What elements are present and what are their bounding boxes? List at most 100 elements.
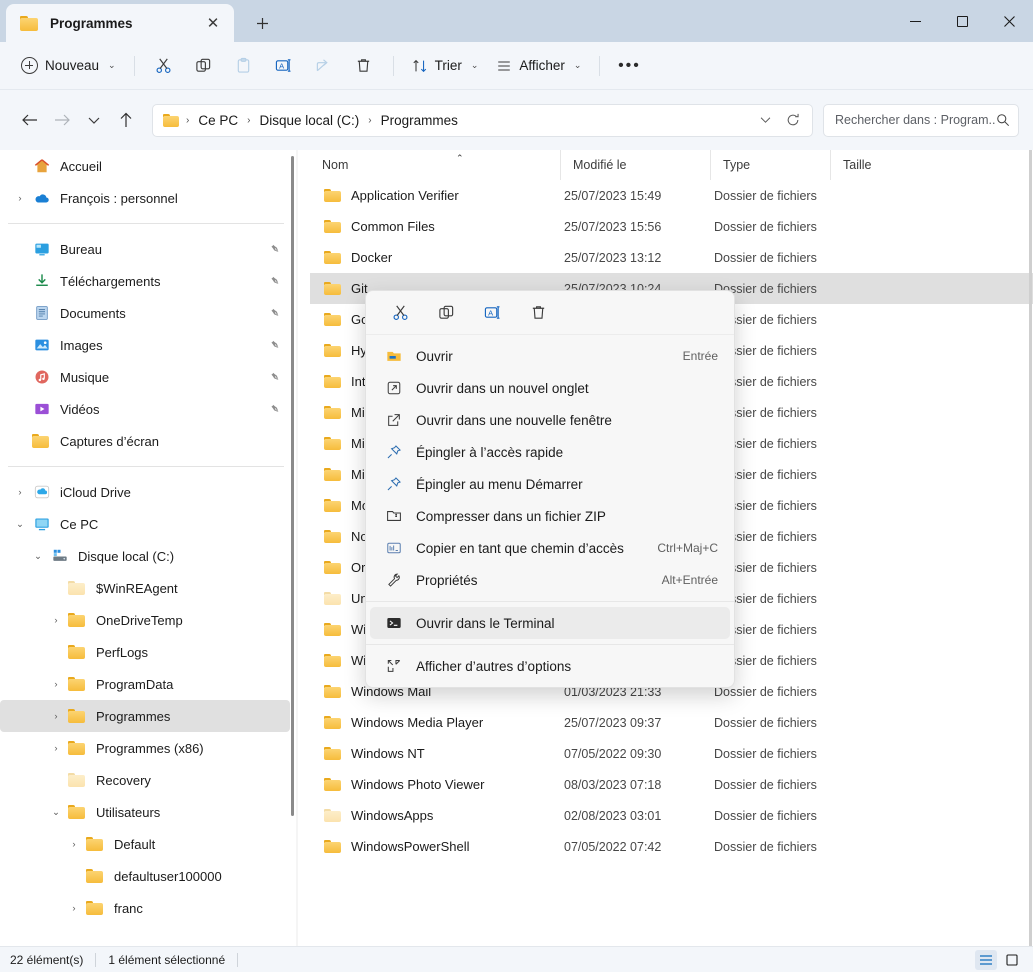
sidebar-item-programmes-x86[interactable]: ›Programmes (x86) (0, 732, 290, 764)
sidebar-item-icloud-drive[interactable]: ›iCloud Drive (0, 476, 290, 508)
sidebar-item-accueil[interactable]: Accueil (0, 150, 290, 182)
cut-button[interactable] (144, 50, 184, 82)
chevron-right-icon[interactable]: › (44, 711, 68, 722)
menu-item-ouvrir-dans-une-nouvelle-fenetre[interactable]: Ouvrir dans une nouvelle fenêtre (370, 404, 730, 436)
chevron-right-icon[interactable]: › (44, 679, 68, 690)
new-button[interactable]: Nouveau ⌄ (12, 50, 125, 82)
table-row[interactable]: Windows Photo Viewer08/03/2023 07:18Doss… (310, 769, 1033, 800)
sidebar-item-winreagent[interactable]: $WinREAgent (0, 572, 290, 604)
up-button[interactable] (110, 104, 142, 136)
minimize-button[interactable] (892, 0, 939, 42)
rename-button[interactable]: A (264, 50, 304, 82)
table-row[interactable]: Application Verifier25/07/2023 15:49Doss… (310, 180, 1033, 211)
search-box[interactable] (823, 104, 1019, 137)
menu-item-ouvrir-dans-un-nouvel-onglet[interactable]: Ouvrir dans un nouvel onglet (370, 372, 730, 404)
chevron-down-icon[interactable]: ⌄ (26, 551, 50, 562)
column-header-taille[interactable]: Taille (830, 150, 910, 180)
back-button[interactable] (14, 104, 46, 136)
menu-item-epingler-au-menu-demarrer[interactable]: Épingler au menu Démarrer (370, 468, 730, 500)
file-list-scrollbar[interactable] (1029, 150, 1032, 956)
sidebar-item-musique[interactable]: Musique✒ (0, 361, 290, 393)
close-window-button[interactable] (986, 0, 1033, 42)
menu-item-afficher-d-autres-d-options[interactable]: Afficher d’autres d’options (370, 650, 730, 682)
copy-button[interactable] (184, 50, 224, 82)
rename-button[interactable]: A (472, 297, 512, 329)
maximize-button[interactable] (939, 0, 986, 42)
table-row[interactable]: WindowsPowerShell07/05/2022 07:42Dossier… (310, 831, 1033, 862)
menu-item-ouvrir[interactable]: OuvrirEntrée (370, 340, 730, 372)
column-header-modifie-le[interactable]: Modifié le (560, 150, 710, 180)
menu-item-compresser-dans-un-fichier-zip[interactable]: Compresser dans un fichier ZIP (370, 500, 730, 532)
forward-button[interactable] (46, 104, 78, 136)
chevron-right-icon[interactable]: › (62, 903, 86, 914)
chevron-right-icon[interactable]: › (8, 487, 32, 498)
cut-button[interactable] (380, 297, 420, 329)
chevron-right-icon[interactable]: › (44, 615, 68, 626)
sidebar-item-utilisateurs[interactable]: ⌄Utilisateurs (0, 796, 290, 828)
details-view-button[interactable] (975, 950, 997, 970)
sidebar-item-captures-d-cran[interactable]: Captures d’écran (0, 425, 290, 457)
chevron-right-icon[interactable]: › (44, 743, 68, 754)
sidebar-item-programmes[interactable]: ›Programmes (0, 700, 290, 732)
chevron-down-icon[interactable]: ⌄ (44, 807, 68, 818)
sidebar-item-franc[interactable]: ›franc (0, 892, 290, 924)
table-row[interactable]: WindowsApps02/08/2023 03:01Dossier de fi… (310, 800, 1033, 831)
address-bar[interactable]: › Ce PC › Disque local (C:) › Programmes (152, 104, 813, 137)
close-icon[interactable]: ✕ (200, 10, 226, 36)
sidebar-item-documents[interactable]: Documents✒ (0, 297, 290, 329)
pin-icon[interactable]: ✒ (266, 400, 283, 417)
sidebar-item-fran-ois-personnel[interactable]: ›François : personnel (0, 182, 290, 214)
sidebar-item-defaultuser100000[interactable]: defaultuser100000 (0, 860, 290, 892)
sidebar-item-onedrivetemp[interactable]: ›OneDriveTemp (0, 604, 290, 636)
copy-button[interactable] (426, 297, 466, 329)
chevron-down-icon[interactable]: ⌄ (8, 519, 32, 530)
sidebar-item-default[interactable]: ›Default (0, 828, 290, 860)
sidebar-item-programdata[interactable]: ›ProgramData (0, 668, 290, 700)
column-header-nom[interactable]: Nom ⌃ (310, 150, 560, 180)
menu-item-proprietes[interactable]: PropriétésAlt+Entrée (370, 564, 730, 596)
sidebar-item-bureau[interactable]: Bureau✒ (0, 233, 290, 265)
open-folder-icon (384, 348, 404, 364)
breadcrumb-item-disque-local[interactable]: Disque local (C:) (257, 113, 361, 128)
column-header-type[interactable]: Type (710, 150, 830, 180)
sidebar-item-t-l-chargements[interactable]: Téléchargements✒ (0, 265, 290, 297)
recent-locations-button[interactable] (78, 104, 110, 136)
breadcrumb-item-programmes[interactable]: Programmes (379, 113, 460, 128)
sidebar-item-recovery[interactable]: Recovery (0, 764, 290, 796)
sidebar-item-perflogs[interactable]: PerfLogs (0, 636, 290, 668)
search-icon[interactable] (996, 113, 1010, 127)
menu-item-copier-en-tant-que-chemin-d-acces[interactable]: Copier en tant que chemin d’accèsCtrl+Ma… (370, 532, 730, 564)
folder-icon (324, 375, 341, 389)
sort-button[interactable]: Trier ⌄ (403, 50, 488, 82)
sidebar-item-vid-os[interactable]: Vidéos✒ (0, 393, 290, 425)
search-input[interactable] (835, 113, 996, 127)
sidebar-item-images[interactable]: Images✒ (0, 329, 290, 361)
tab-programmes[interactable]: Programmes ✕ (6, 4, 234, 42)
large-icons-view-button[interactable] (1001, 950, 1023, 970)
breadcrumb-item-ce-pc[interactable]: Ce PC (196, 113, 240, 128)
sidebar-scrollbar-thumb[interactable] (291, 156, 294, 816)
delete-button[interactable] (518, 297, 558, 329)
chevron-right-icon[interactable]: › (8, 193, 32, 204)
menu-item-ouvrir-dans-le-terminal[interactable]: Ouvrir dans le Terminal (370, 607, 730, 639)
new-tab-button[interactable] (244, 7, 280, 39)
pin-icon[interactable]: ✒ (266, 368, 283, 385)
refresh-button[interactable] (780, 107, 806, 133)
delete-button[interactable] (344, 50, 384, 82)
menu-item-epingler-a-l-acces-rapide[interactable]: Épingler à l’accès rapide (370, 436, 730, 468)
table-row[interactable]: Common Files25/07/2023 15:56Dossier de f… (310, 211, 1033, 242)
pin-icon[interactable]: ✒ (266, 304, 283, 321)
pin-icon[interactable]: ✒ (266, 336, 283, 353)
table-row[interactable]: Windows NT07/05/2022 09:30Dossier de fic… (310, 738, 1033, 769)
sidebar-item-disque-local-c[interactable]: ⌄Disque local (C:) (0, 540, 290, 572)
sidebar-item-ce-pc[interactable]: ⌄Ce PC (0, 508, 290, 540)
table-row[interactable]: Windows Media Player25/07/2023 09:37Doss… (310, 707, 1033, 738)
pin-icon[interactable]: ✒ (266, 240, 283, 257)
more-options-button[interactable]: ••• (609, 50, 649, 82)
address-dropdown-button[interactable] (752, 107, 778, 133)
pin-icon[interactable]: ✒ (266, 272, 283, 289)
view-button[interactable]: Afficher ⌄ (487, 50, 590, 82)
chevron-right-icon[interactable]: › (62, 839, 86, 850)
trash-icon (355, 57, 372, 74)
table-row[interactable]: Docker25/07/2023 13:12Dossier de fichier… (310, 242, 1033, 273)
